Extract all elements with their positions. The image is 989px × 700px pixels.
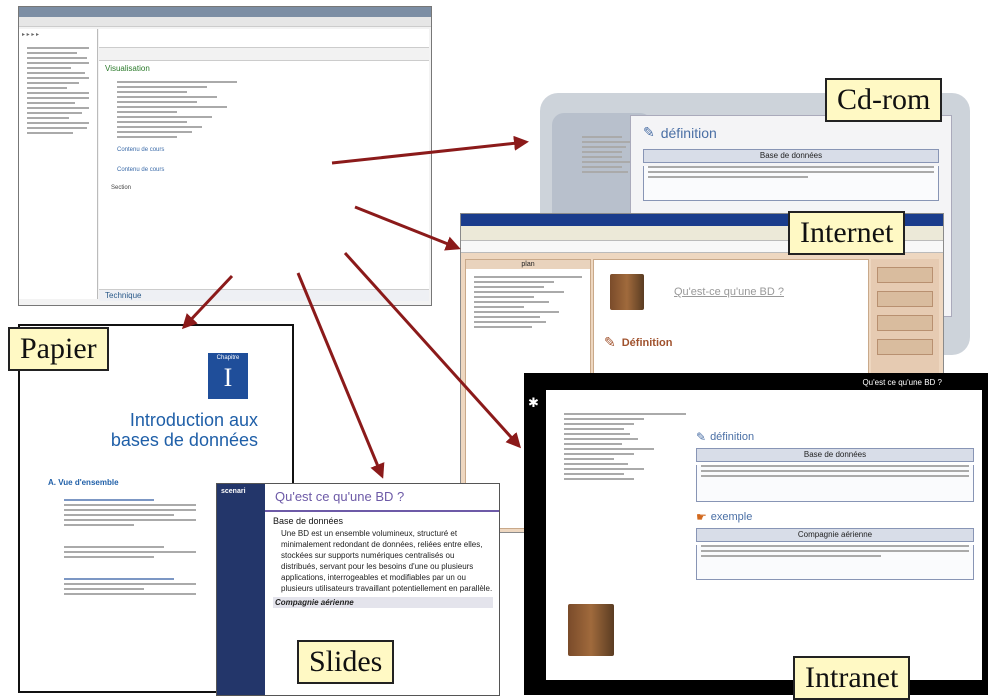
arrow-to-slides bbox=[296, 272, 385, 479]
label-intranet: Intranet bbox=[793, 656, 911, 700]
label-papier: Papier bbox=[8, 327, 109, 371]
arrow-to-cdrom bbox=[331, 135, 529, 165]
label-internet: Internet bbox=[788, 211, 906, 255]
arrow-to-internet bbox=[354, 205, 461, 251]
label-cdrom: Cd-rom bbox=[825, 78, 943, 122]
label-slides: Slides bbox=[297, 640, 395, 684]
arrow-to-paper bbox=[181, 274, 234, 330]
arrow-to-intranet bbox=[343, 251, 522, 449]
